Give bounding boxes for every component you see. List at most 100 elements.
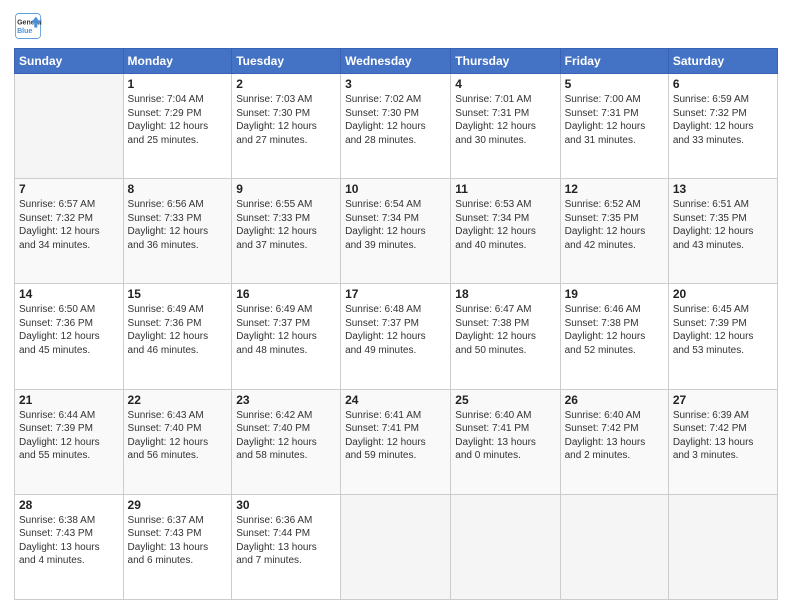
day-number: 19	[565, 287, 664, 301]
day-info: Sunrise: 6:44 AMSunset: 7:39 PMDaylight:…	[19, 409, 119, 463]
day-number: 20	[673, 287, 773, 301]
day-number: 11	[455, 182, 555, 196]
day-number: 16	[236, 287, 336, 301]
day-info: Sunrise: 6:57 AMSunset: 7:32 PMDaylight:…	[19, 198, 119, 252]
day-number: 21	[19, 393, 119, 407]
day-number: 3	[345, 77, 446, 91]
calendar-cell: 26 Sunrise: 6:40 AMSunset: 7:42 PMDayligh…	[560, 389, 668, 494]
calendar-cell: 13 Sunrise: 6:51 AMSunset: 7:35 PMDayligh…	[668, 179, 777, 284]
header: General Blue	[14, 12, 778, 40]
day-number: 4	[455, 77, 555, 91]
day-info: Sunrise: 6:54 AMSunset: 7:34 PMDaylight:…	[345, 198, 446, 252]
calendar-cell: 30 Sunrise: 6:36 AMSunset: 7:44 PMDayligh…	[232, 494, 341, 599]
day-number: 27	[673, 393, 773, 407]
calendar-week-row: 14 Sunrise: 6:50 AMSunset: 7:36 PMDayligh…	[15, 284, 778, 389]
day-number: 15	[128, 287, 228, 301]
day-info: Sunrise: 6:38 AMSunset: 7:43 PMDaylight:…	[19, 514, 119, 568]
calendar-cell: 7 Sunrise: 6:57 AMSunset: 7:32 PMDaylight…	[15, 179, 124, 284]
calendar-cell: 12 Sunrise: 6:52 AMSunset: 7:35 PMDayligh…	[560, 179, 668, 284]
day-info: Sunrise: 6:36 AMSunset: 7:44 PMDaylight:…	[236, 514, 336, 568]
calendar-cell: 24 Sunrise: 6:41 AMSunset: 7:41 PMDayligh…	[341, 389, 451, 494]
svg-text:Blue: Blue	[17, 28, 32, 35]
day-number: 18	[455, 287, 555, 301]
day-info: Sunrise: 7:01 AMSunset: 7:31 PMDaylight:…	[455, 93, 555, 147]
day-number: 29	[128, 498, 228, 512]
calendar-cell	[668, 494, 777, 599]
calendar-cell: 22 Sunrise: 6:43 AMSunset: 7:40 PMDayligh…	[123, 389, 232, 494]
calendar-week-row: 7 Sunrise: 6:57 AMSunset: 7:32 PMDaylight…	[15, 179, 778, 284]
day-number: 13	[673, 182, 773, 196]
day-info: Sunrise: 6:53 AMSunset: 7:34 PMDaylight:…	[455, 198, 555, 252]
col-header-monday: Monday	[123, 49, 232, 74]
calendar-cell: 18 Sunrise: 6:47 AMSunset: 7:38 PMDayligh…	[451, 284, 560, 389]
calendar-week-row: 1Sunrise: 7:04 AMSunset: 7:29 PMDaylight…	[15, 74, 778, 179]
logo-icon: General Blue	[14, 12, 42, 40]
calendar-cell: 16 Sunrise: 6:49 AMSunset: 7:37 PMDayligh…	[232, 284, 341, 389]
day-info: Sunrise: 6:40 AMSunset: 7:42 PMDaylight:…	[565, 409, 664, 463]
day-info: Sunrise: 6:51 AMSunset: 7:35 PMDaylight:…	[673, 198, 773, 252]
day-info: Sunrise: 7:03 AMSunset: 7:30 PMDaylight:…	[236, 93, 336, 147]
calendar-cell	[560, 494, 668, 599]
day-info: Sunrise: 6:49 AMSunset: 7:37 PMDaylight:…	[236, 303, 336, 357]
calendar-cell: 10 Sunrise: 6:54 AMSunset: 7:34 PMDayligh…	[341, 179, 451, 284]
day-info: Sunrise: 6:52 AMSunset: 7:35 PMDaylight:…	[565, 198, 664, 252]
day-number: 25	[455, 393, 555, 407]
day-info: Sunrise: 6:46 AMSunset: 7:38 PMDaylight:…	[565, 303, 664, 357]
day-info: Sunrise: 6:40 AMSunset: 7:41 PMDaylight:…	[455, 409, 555, 463]
calendar-cell: 19 Sunrise: 6:46 AMSunset: 7:38 PMDayligh…	[560, 284, 668, 389]
day-number: 26	[565, 393, 664, 407]
day-info: Sunrise: 6:42 AMSunset: 7:40 PMDaylight:…	[236, 409, 336, 463]
day-number: 14	[19, 287, 119, 301]
day-number: 10	[345, 182, 446, 196]
calendar-cell: 17 Sunrise: 6:48 AMSunset: 7:37 PMDayligh…	[341, 284, 451, 389]
calendar-cell	[451, 494, 560, 599]
calendar-cell	[15, 74, 124, 179]
day-number: 12	[565, 182, 664, 196]
day-number: 28	[19, 498, 119, 512]
day-info: Sunrise: 6:45 AMSunset: 7:39 PMDaylight:…	[673, 303, 773, 357]
day-info: Sunrise: 6:37 AMSunset: 7:43 PMDaylight:…	[128, 514, 228, 568]
calendar-cell: 29 Sunrise: 6:37 AMSunset: 7:43 PMDayligh…	[123, 494, 232, 599]
calendar-cell: 5 Sunrise: 7:00 AMSunset: 7:31 PMDaylight…	[560, 74, 668, 179]
calendar-cell: 2 Sunrise: 7:03 AMSunset: 7:30 PMDaylight…	[232, 74, 341, 179]
day-info: Sunrise: 6:49 AMSunset: 7:36 PMDaylight:…	[128, 303, 228, 357]
day-number: 8	[128, 182, 228, 196]
day-number: 2	[236, 77, 336, 91]
col-header-wednesday: Wednesday	[341, 49, 451, 74]
calendar-cell: 25 Sunrise: 6:40 AMSunset: 7:41 PMDayligh…	[451, 389, 560, 494]
day-info: Sunrise: 6:43 AMSunset: 7:40 PMDaylight:…	[128, 409, 228, 463]
page: General Blue SundayMondayTuesdayWednesda…	[0, 0, 792, 612]
day-number: 9	[236, 182, 336, 196]
calendar-cell: 4 Sunrise: 7:01 AMSunset: 7:31 PMDaylight…	[451, 74, 560, 179]
day-number: 1	[128, 77, 228, 91]
day-number: 22	[128, 393, 228, 407]
calendar-cell: 3Sunrise: 7:02 AMSunset: 7:30 PMDaylight…	[341, 74, 451, 179]
calendar-cell: 1Sunrise: 7:04 AMSunset: 7:29 PMDaylight…	[123, 74, 232, 179]
calendar-cell: 8Sunrise: 6:56 AMSunset: 7:33 PMDaylight…	[123, 179, 232, 284]
day-number: 7	[19, 182, 119, 196]
calendar-cell: 23Sunrise: 6:42 AMSunset: 7:40 PMDayligh…	[232, 389, 341, 494]
day-info: Sunrise: 6:55 AMSunset: 7:33 PMDaylight:…	[236, 198, 336, 252]
day-info: Sunrise: 6:48 AMSunset: 7:37 PMDaylight:…	[345, 303, 446, 357]
col-header-friday: Friday	[560, 49, 668, 74]
logo: General Blue	[14, 12, 46, 40]
day-info: Sunrise: 6:41 AMSunset: 7:41 PMDaylight:…	[345, 409, 446, 463]
day-number: 24	[345, 393, 446, 407]
col-header-sunday: Sunday	[15, 49, 124, 74]
day-number: 17	[345, 287, 446, 301]
calendar-cell: 14 Sunrise: 6:50 AMSunset: 7:36 PMDayligh…	[15, 284, 124, 389]
col-header-tuesday: Tuesday	[232, 49, 341, 74]
day-info: Sunrise: 6:47 AMSunset: 7:38 PMDaylight:…	[455, 303, 555, 357]
calendar-week-row: 28 Sunrise: 6:38 AMSunset: 7:43 PMDayligh…	[15, 494, 778, 599]
calendar-cell	[341, 494, 451, 599]
col-header-saturday: Saturday	[668, 49, 777, 74]
day-info: Sunrise: 6:59 AMSunset: 7:32 PMDaylight:…	[673, 93, 773, 147]
day-number: 5	[565, 77, 664, 91]
col-header-thursday: Thursday	[451, 49, 560, 74]
day-info: Sunrise: 7:00 AMSunset: 7:31 PMDaylight:…	[565, 93, 664, 147]
day-info: Sunrise: 6:50 AMSunset: 7:36 PMDaylight:…	[19, 303, 119, 357]
day-number: 30	[236, 498, 336, 512]
calendar-cell: 20 Sunrise: 6:45 AMSunset: 7:39 PMDayligh…	[668, 284, 777, 389]
calendar-cell: 27Sunrise: 6:39 AMSunset: 7:42 PMDayligh…	[668, 389, 777, 494]
day-number: 6	[673, 77, 773, 91]
